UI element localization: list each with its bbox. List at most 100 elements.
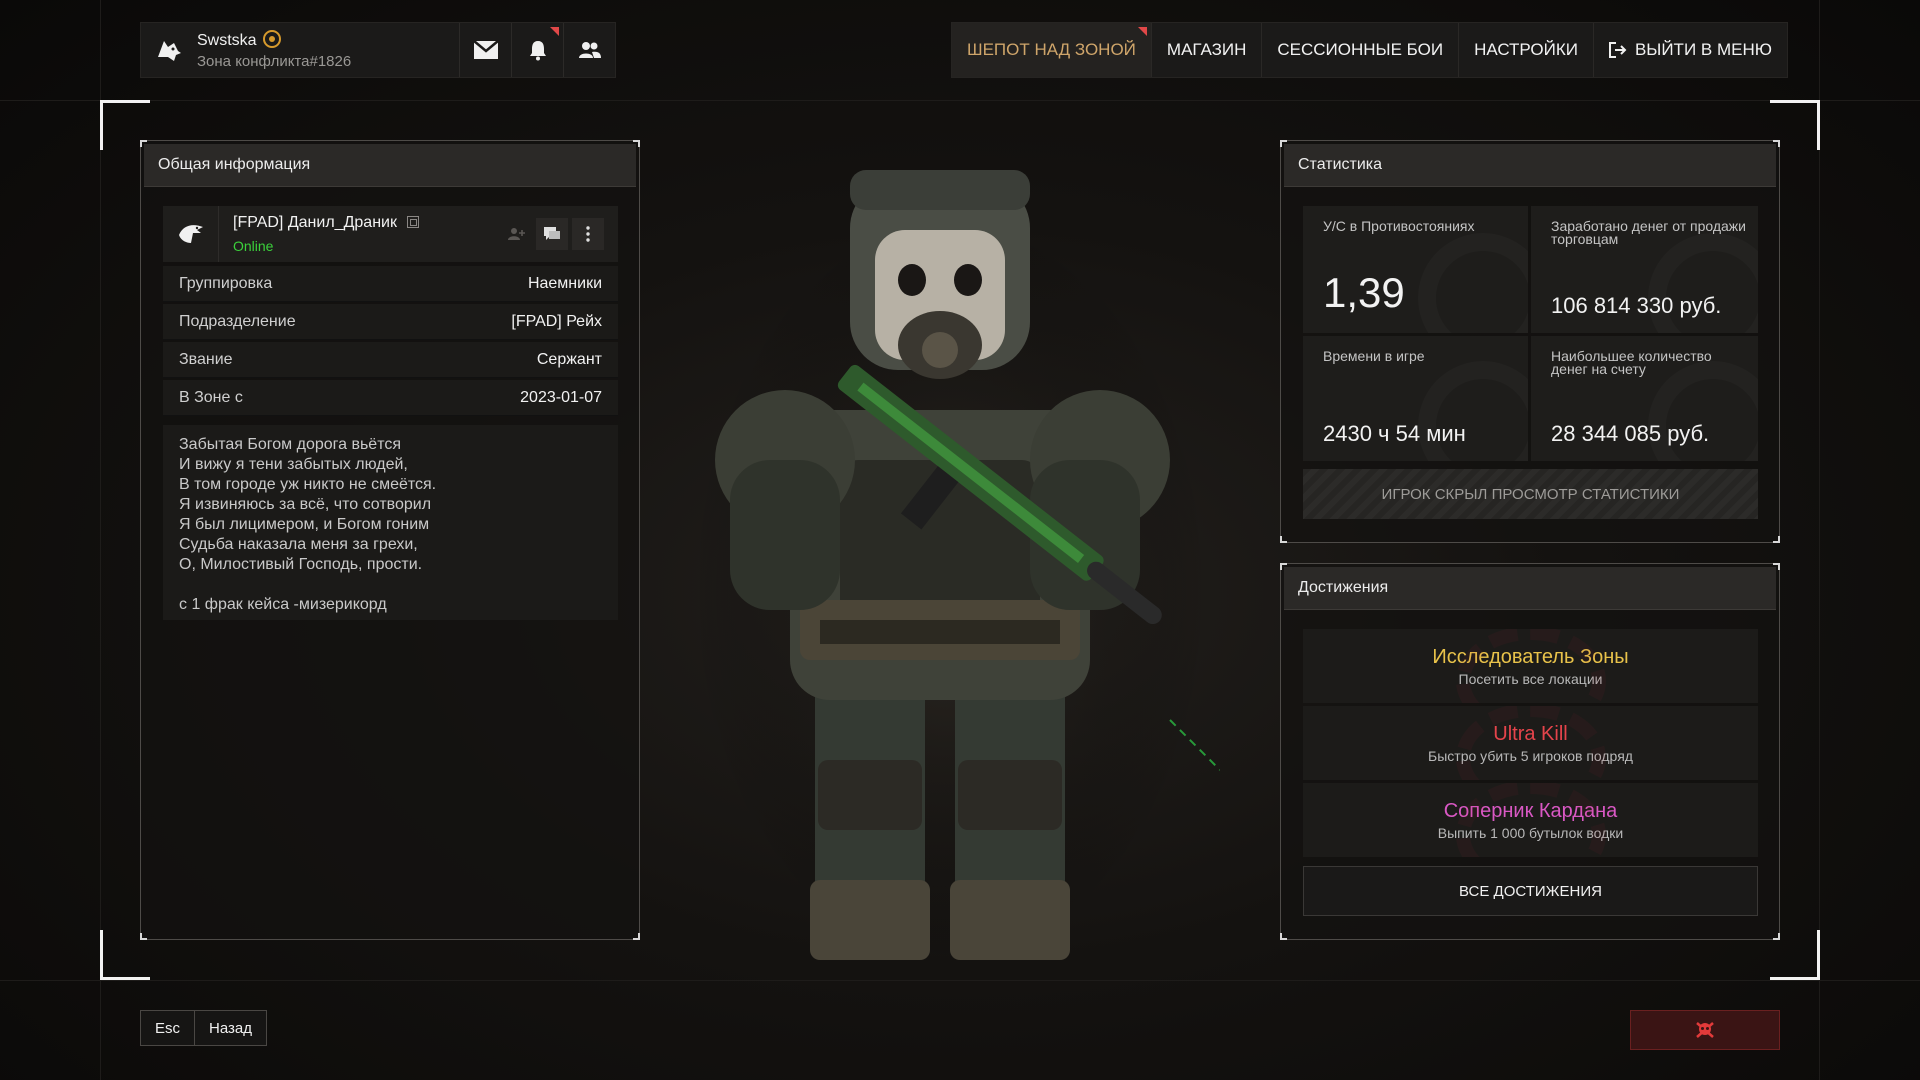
info-row-faction: Группировка Наемники: [163, 266, 618, 302]
bio-line: О, Милостивый Господь, прости.: [179, 556, 423, 573]
achievement-item[interactable]: Соперник Кардана Выпить 1 000 бутылок во…: [1303, 783, 1758, 857]
nav-exit[interactable]: ВЫЙТИ В МЕНЮ: [1594, 23, 1787, 77]
footer-divider: [0, 980, 1920, 981]
achievements-panel: Достижения Исследователь Зоны Посетить в…: [1280, 563, 1780, 940]
mail-button[interactable]: [459, 23, 511, 77]
nav-whisper-indicator: [1137, 27, 1147, 36]
info-row-since: В Зоне с 2023-01-07: [163, 380, 618, 416]
stat-max-money: Наибольшее количество денег на счету 28 …: [1531, 336, 1758, 461]
info-key: В Зоне с: [179, 388, 243, 406]
nav-whisper-label: ШЕПОТ НАД ЗОНОЙ: [967, 40, 1136, 59]
general-info-title: Общая информация: [144, 144, 636, 187]
info-value: [FPAD] Рейх: [511, 312, 602, 330]
achievement-item[interactable]: Исследователь Зоны Посетить все локации: [1303, 629, 1758, 703]
main-nav: ШЕПОТ НАД ЗОНОЙ МАГАЗИН СЕССИОННЫЕ БОИ Н…: [951, 22, 1788, 78]
friends-button[interactable]: [563, 23, 615, 77]
panel-corner: [1773, 536, 1780, 543]
nav-shop[interactable]: МАГАЗИН: [1152, 23, 1263, 77]
notification-indicator: [550, 27, 559, 36]
report-button[interactable]: [1630, 1010, 1780, 1050]
achievement-item[interactable]: Ultra Kill Быстро убить 5 игроков подряд: [1303, 706, 1758, 780]
username: Swstska: [197, 32, 257, 49]
all-achievements-button[interactable]: ВСЕ ДОСТИЖЕНИЯ: [1303, 866, 1758, 916]
info-value: Сержант: [536, 350, 602, 368]
stat-earned: Заработано денег от продажи торговцам 10…: [1531, 206, 1758, 333]
panel-corner: [140, 140, 147, 147]
info-value: 2023-01-07: [520, 388, 602, 406]
panel-corner: [140, 933, 147, 940]
esc-key: Esc: [141, 1011, 196, 1045]
nav-settings[interactable]: НАСТРОЙКИ: [1459, 23, 1594, 77]
panel-corner: [1773, 140, 1780, 147]
info-row-division: Подразделение [FPAD] Рейх: [163, 304, 618, 340]
left-border: [100, 0, 101, 1080]
info-key: Звание: [179, 350, 233, 368]
bio-line: Забытая Богом дорога вьётся: [179, 436, 402, 453]
laurel-wreath-icon: [1455, 706, 1606, 780]
laurel-wreath-icon: [1455, 783, 1606, 857]
copy-icon[interactable]: [406, 216, 419, 228]
wolf-emblem-icon[interactable]: [141, 23, 197, 77]
back-label: Назад: [209, 1019, 252, 1037]
right-border: [1819, 0, 1820, 1080]
stat-value: 106 814 330 руб.: [1551, 293, 1722, 318]
player-card: [FPAD] Данил_Драник Online: [163, 206, 618, 262]
laurel-wreath-icon: [1455, 629, 1606, 703]
bio-line: Я извиняюсь за всё, что сотворил: [179, 496, 432, 513]
friends-icon: [578, 42, 601, 58]
chat-icon: [544, 227, 560, 240]
nav-settings-label: НАСТРОЙКИ: [1474, 40, 1578, 59]
panel-corner: [1773, 933, 1780, 940]
exit-icon: [1608, 42, 1627, 58]
header-divider: [0, 100, 1920, 101]
stat-kd: У/С в Противостояниях 1,39: [1303, 206, 1528, 333]
panel-corner: [1280, 140, 1287, 147]
user-info: Swstska Зона конфликта#1826: [197, 30, 351, 70]
panel-corner: [1773, 563, 1780, 570]
player-status: Online: [233, 238, 274, 254]
add-friend-icon: [508, 228, 525, 240]
nav-session-battles-label: СЕССИОННЫЕ БОИ: [1277, 40, 1444, 59]
user-box: Swstska Зона конфликта#1826: [140, 22, 616, 78]
mail-icon: [472, 40, 499, 59]
general-info-panel: Общая информация [FPAD] Данил_Драник Onl…: [140, 140, 640, 940]
more-icon: [586, 226, 590, 242]
panel-corner: [633, 933, 640, 940]
player-bio: Забытая Богом дорога вьётся И вижу я тен…: [163, 425, 618, 620]
server-name: Зона конфликта#1826: [197, 53, 352, 70]
stats-panel: Статистика У/С в Противостояниях 1,39 За…: [1280, 140, 1780, 543]
bio-line: с 1 фрак кейса -мизерикорд: [179, 596, 387, 613]
info-value: Наемники: [527, 274, 602, 292]
rank-badge-icon: [262, 30, 281, 48]
stat-value: 28 344 085 руб.: [1551, 421, 1710, 446]
more-options-button[interactable]: [572, 218, 604, 250]
bio-line: В том городе уж никто не смеётся.: [179, 476, 437, 493]
info-row-rank: Звание Сержант: [163, 342, 618, 378]
bell-icon: [529, 41, 546, 61]
info-key: Подразделение: [179, 312, 296, 330]
bio-line: [179, 575, 602, 595]
chat-button[interactable]: [536, 218, 568, 250]
back-key-hint[interactable]: Esc Назад: [140, 1010, 267, 1046]
stat-playtime: Времени в игре 2430 ч 54 мин: [1303, 336, 1528, 461]
stat-value: 1,39: [1323, 269, 1405, 316]
eagle-emblem-icon: [163, 206, 219, 262]
stat-label: У/С в Противостояниях: [1323, 218, 1475, 234]
info-key: Группировка: [179, 274, 273, 292]
stat-label: Наибольшее количество денег на счету: [1551, 348, 1712, 377]
notifications-button[interactable]: [511, 23, 563, 77]
bio-line: Судьба наказала меня за грехи,: [179, 536, 418, 553]
stats-title: Статистика: [1284, 144, 1776, 187]
nav-whisper[interactable]: ШЕПОТ НАД ЗОНОЙ: [952, 23, 1152, 77]
nav-session-battles[interactable]: СЕССИОННЫЕ БОИ: [1262, 23, 1460, 77]
stats-hidden-notice: ИГРОК СКРЫЛ ПРОСМОТР СТАТИСТИКИ: [1303, 469, 1758, 519]
player-name: [FPAD] Данил_Драник: [233, 214, 397, 231]
stat-label: Времени в игре: [1323, 348, 1425, 364]
bio-line: Я был лицимером, и Богом гоним: [179, 516, 430, 533]
panel-corner: [1280, 563, 1287, 570]
achievements-title: Достижения: [1284, 567, 1776, 610]
add-friend-button[interactable]: [500, 218, 532, 250]
stat-deco: [1418, 233, 1528, 333]
nav-exit-label: ВЫЙТИ В МЕНЮ: [1634, 40, 1772, 59]
panel-corner: [1280, 933, 1287, 940]
